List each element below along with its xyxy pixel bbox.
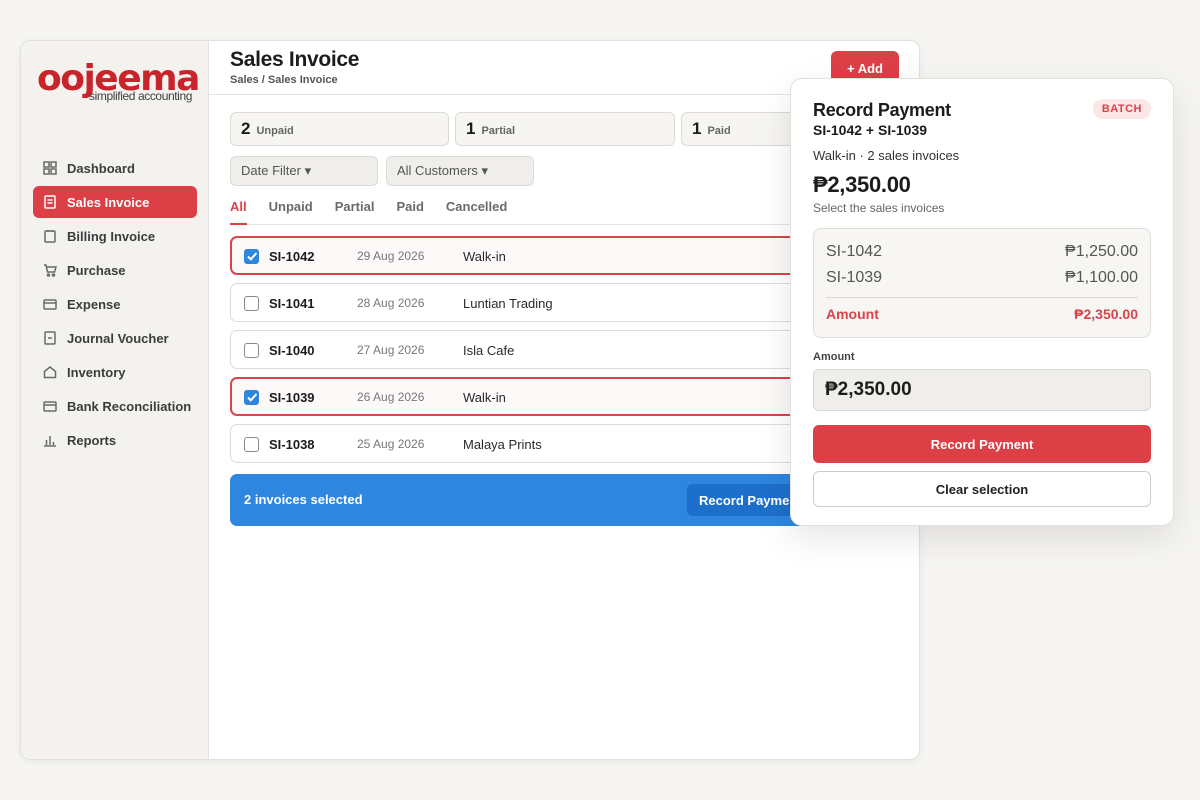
selection-count: 2 invoices selected: [244, 492, 363, 507]
card-icon: [43, 297, 57, 311]
clipboard-icon: [43, 229, 57, 243]
clear-selection-button[interactable]: Clear selection: [813, 471, 1151, 507]
invoice-id: SI-1038: [269, 437, 315, 452]
stat-label: Unpaid: [256, 125, 294, 137]
sidebar-item-bank-reconciliation[interactable]: Bank Reconciliation: [33, 390, 197, 422]
row-checkbox[interactable]: [244, 437, 259, 452]
amount-input[interactable]: ₱2,350.00: [813, 369, 1151, 411]
stat-count: 1: [692, 119, 702, 138]
row-checkbox[interactable]: [244, 249, 259, 264]
summary-total-label: Amount: [826, 306, 879, 322]
stat-label: Paid: [707, 125, 731, 137]
summary-total-line: Amount ₱2,350.00: [826, 306, 1138, 326]
panel-meta: Walk-in · 2 sales invoices: [813, 148, 960, 163]
invoice-id: SI-1041: [269, 296, 315, 311]
summary-line-amount: ₱1,250.00: [1065, 243, 1138, 260]
invoice-customer: Walk-in: [463, 249, 506, 264]
invoice-id: SI-1039: [269, 390, 315, 405]
sidebar-item-expense[interactable]: Expense: [33, 288, 197, 320]
sidebar-item-label: Sales Invoice: [67, 194, 150, 210]
page-title: Sales Invoice: [230, 48, 360, 71]
invoice-customer: Luntian Trading: [463, 296, 553, 311]
summary-line-id: SI-1039: [826, 269, 883, 286]
panel-subtitle: SI-1042 + SI-1039: [813, 122, 928, 138]
record-payment-button[interactable]: Record Payment: [813, 425, 1151, 463]
row-checkbox[interactable]: [244, 390, 259, 405]
invoice-customer: Walk-in: [463, 390, 506, 405]
sidebar: oojeema simplified accounting Dashboard …: [21, 41, 209, 759]
tab-cancelled[interactable]: Cancelled: [446, 199, 507, 225]
panel-total: ₱2,350.00: [813, 172, 911, 197]
sidebar-item-label: Bank Reconciliation: [67, 398, 192, 414]
sidebar-item-purchase[interactable]: Purchase: [33, 254, 197, 286]
document-icon: [43, 195, 57, 209]
panel-hint: Select the sales invoices: [813, 201, 945, 215]
stat-count: 1: [466, 119, 476, 138]
invoice-customer: Malaya Prints: [463, 437, 542, 452]
batch-badge: BATCH: [1092, 99, 1151, 119]
tab-unpaid[interactable]: Unpaid: [269, 199, 313, 225]
sidebar-item-inventory[interactable]: Inventory: [33, 356, 197, 388]
invoice-date: 28 Aug 2026: [357, 296, 425, 310]
summary-line: SI-1042 ₱1,250.00: [826, 243, 1138, 263]
row-checkbox[interactable]: [244, 343, 259, 358]
amount-field-label: Amount: [813, 351, 855, 363]
invoice-date: 26 Aug 2026: [357, 390, 425, 404]
sidebar-item-dashboard[interactable]: Dashboard: [33, 152, 197, 184]
sidebar-item-label: Dashboard: [67, 160, 135, 176]
summary-line: SI-1039 ₱1,100.00: [826, 269, 1138, 289]
invoice-date: 27 Aug 2026: [357, 343, 425, 357]
invoice-date: 25 Aug 2026: [357, 437, 425, 451]
stat-unpaid[interactable]: 2 Unpaid: [230, 112, 449, 146]
invoice-date: 29 Aug 2026: [357, 249, 425, 263]
cart-icon: [43, 263, 57, 277]
grid-icon: [43, 161, 57, 175]
tab-paid[interactable]: Paid: [396, 199, 423, 225]
breadcrumb[interactable]: Sales / Sales Invoice: [230, 74, 338, 86]
sidebar-item-label: Billing Invoice: [67, 228, 156, 244]
sidebar-nav: Dashboard Sales Invoice Billing Invoice …: [33, 152, 197, 458]
sidebar-item-billing-invoice[interactable]: Billing Invoice: [33, 220, 197, 252]
summary-total-value: ₱2,350.00: [1074, 306, 1138, 322]
app-window: oojeema simplified accounting Dashboard …: [20, 40, 920, 760]
check-icon: [247, 252, 258, 261]
summary-line-id: SI-1042: [826, 243, 883, 260]
row-checkbox[interactable]: [244, 296, 259, 311]
sidebar-item-reports[interactable]: Reports: [33, 424, 197, 456]
sidebar-item-label: Reports: [67, 432, 117, 448]
date-filter-dropdown[interactable]: Date Filter ▾: [230, 156, 378, 186]
customer-filter-dropdown[interactable]: All Customers ▾: [386, 156, 534, 186]
sidebar-item-label: Expense: [67, 296, 121, 312]
sidebar-item-sales-invoice[interactable]: Sales Invoice: [33, 186, 197, 218]
bank-icon: [43, 399, 57, 413]
logo-tagline: simplified accounting: [89, 89, 192, 103]
logo[interactable]: oojeema simplified accounting: [37, 57, 200, 107]
selected-invoices-summary: SI-1042 ₱1,250.00 SI-1039 ₱1,100.00 Amou…: [813, 228, 1151, 338]
sidebar-item-label: Journal Voucher: [67, 330, 169, 346]
invoice-customer: Isla Cafe: [463, 343, 515, 358]
tab-all[interactable]: All: [230, 199, 247, 225]
panel-title: Record Payment: [813, 100, 951, 120]
summary-line-amount: ₱1,100.00: [1065, 269, 1138, 286]
voucher-icon: [43, 331, 57, 345]
sidebar-item-label: Purchase: [67, 262, 126, 278]
stat-count: 2: [241, 119, 251, 138]
summary-divider: [826, 297, 1138, 298]
record-payment-panel: Record Payment SI-1042 + SI-1039 BATCH W…: [790, 78, 1174, 526]
tab-partial[interactable]: Partial: [335, 199, 375, 225]
sidebar-item-journal-voucher[interactable]: Journal Voucher: [33, 322, 197, 354]
sidebar-item-label: Inventory: [67, 364, 126, 380]
check-icon: [247, 393, 258, 402]
bar-chart-icon: [43, 433, 57, 447]
invoice-id: SI-1042: [269, 249, 315, 264]
invoice-id: SI-1040: [269, 343, 315, 358]
stat-partial[interactable]: 1 Partial: [455, 112, 675, 146]
stat-label: Partial: [481, 125, 516, 137]
house-icon: [43, 365, 57, 379]
